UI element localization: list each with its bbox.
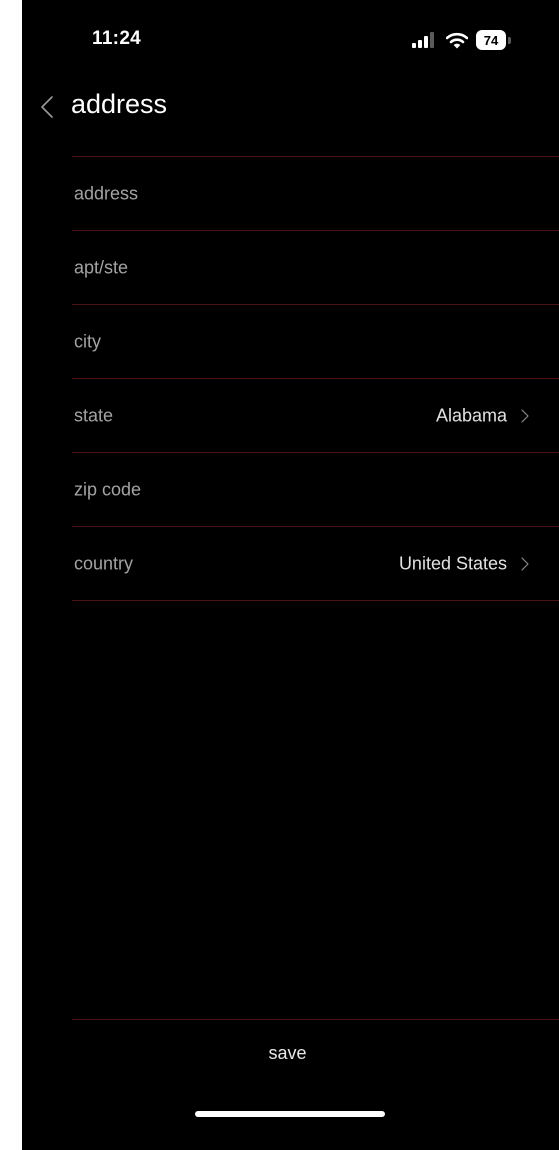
address-field[interactable]: address (72, 156, 559, 230)
battery-icon: 74 (476, 30, 511, 50)
state-select[interactable]: state Alabama (72, 378, 559, 452)
apt-ste-field[interactable]: apt/ste (72, 230, 559, 304)
save-button[interactable]: save (22, 1030, 559, 1076)
home-indicator[interactable] (195, 1111, 385, 1117)
signal-icon (412, 32, 434, 48)
status-time: 11:24 (92, 28, 142, 49)
country-select-label: country (74, 553, 134, 573)
country-select-value: United States (398, 553, 507, 573)
battery-level: 74 (476, 30, 506, 50)
chevron-left-icon (41, 96, 53, 118)
zip-code-field-label: zip code (74, 479, 142, 499)
battery-cap (508, 36, 511, 44)
city-field-label: city (74, 331, 101, 351)
page-title: address (71, 89, 168, 119)
chevron-right-icon (521, 408, 529, 423)
address-form: address apt/ste city state Alabama zip c… (72, 156, 559, 601)
status-bar: 11:24 74 (22, 0, 559, 80)
state-select-value: Alabama (435, 405, 507, 425)
save-divider (72, 1019, 559, 1020)
chevron-right-icon (521, 556, 529, 571)
status-icons: 74 (412, 30, 511, 50)
zip-code-field[interactable]: zip code (72, 452, 559, 526)
nav-bar: address (22, 82, 559, 132)
back-button[interactable] (34, 92, 60, 122)
address-field-label: address (74, 183, 139, 203)
wifi-icon (446, 32, 468, 48)
city-field[interactable]: city (72, 304, 559, 378)
apt-ste-field-label: apt/ste (74, 257, 129, 277)
country-select[interactable]: country United States (72, 526, 559, 601)
screen: 11:24 74 address address apt/ste city st… (22, 0, 559, 1150)
state-select-label: state (74, 405, 114, 425)
